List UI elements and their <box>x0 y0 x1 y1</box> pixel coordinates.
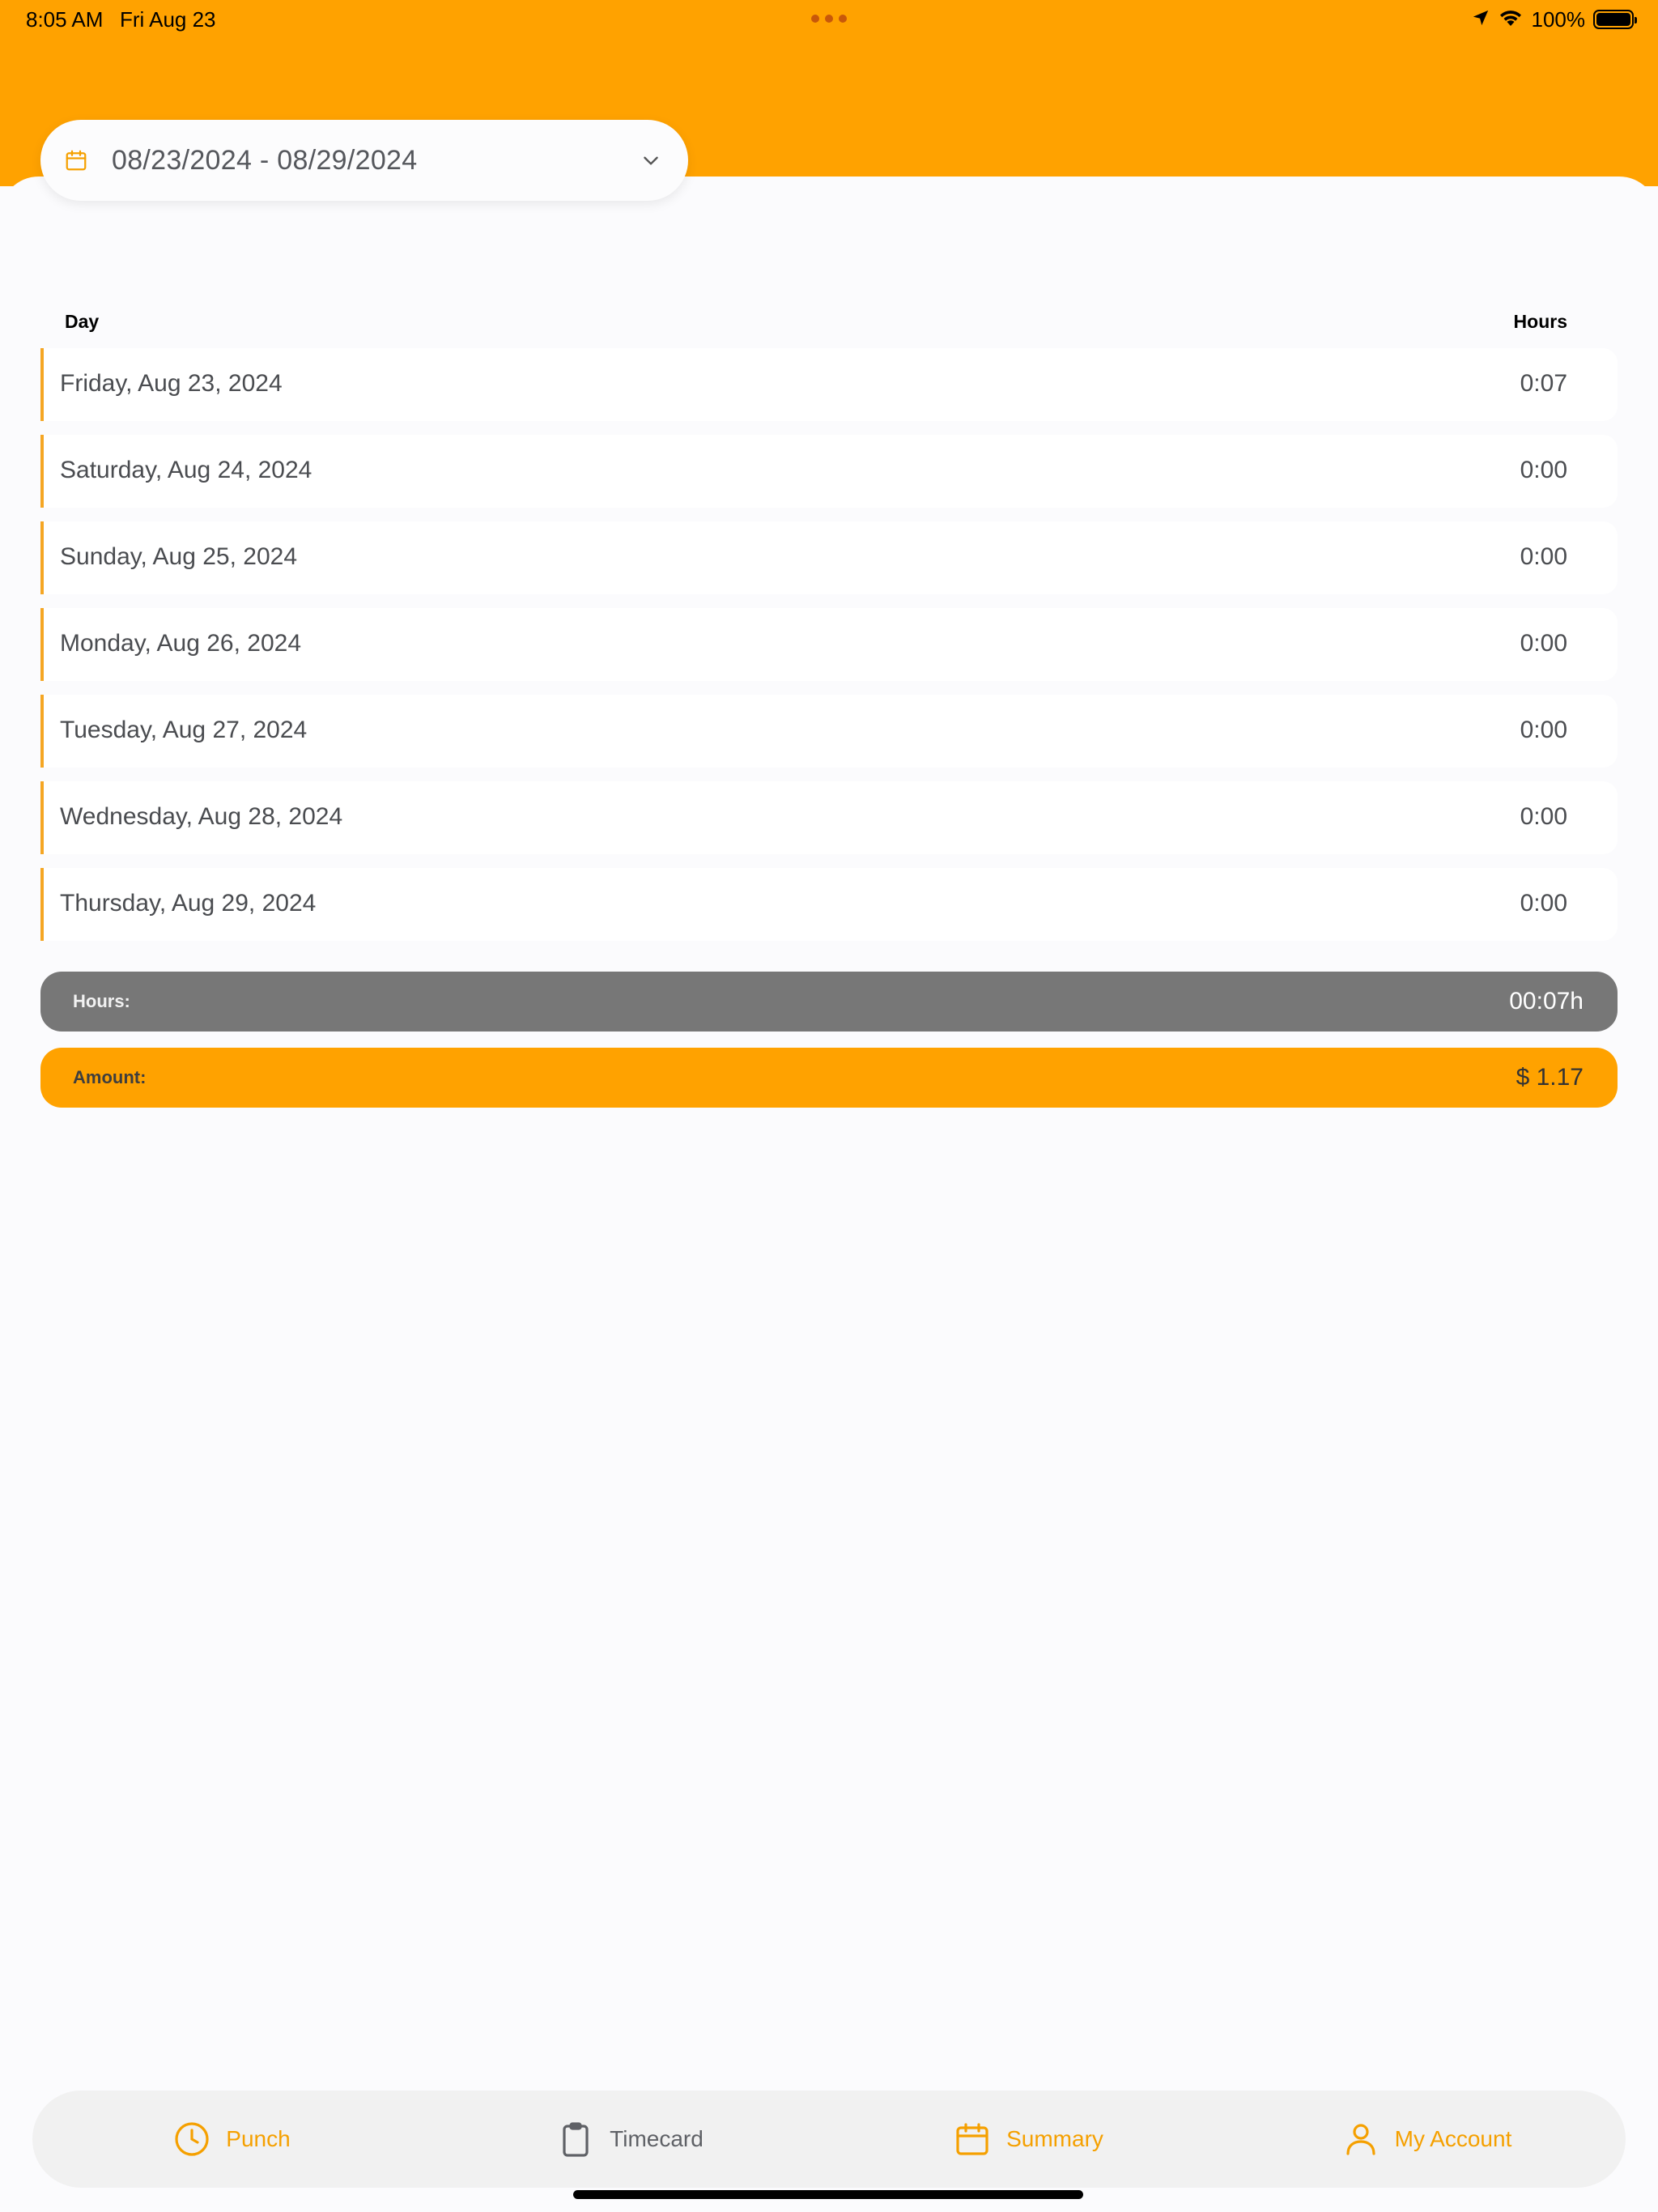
tab-label: My Account <box>1394 2126 1512 2151</box>
column-header-hours: Hours <box>1513 311 1567 332</box>
row-hours: 0:07 <box>1520 370 1567 397</box>
clipboard-icon <box>556 2120 595 2159</box>
status-date: Fri Aug 23 <box>120 7 216 32</box>
row-hours: 0:00 <box>1520 717 1567 743</box>
total-hours-label: Hours: <box>73 991 130 1011</box>
column-header-day: Day <box>65 311 100 332</box>
row-day: Thursday, Aug 29, 2024 <box>60 890 317 917</box>
status-bar: 8:05 AM Fri Aug 23 100% <box>0 0 1658 39</box>
tab-summary[interactable]: Summary <box>829 2091 1227 2188</box>
date-range-picker[interactable]: 08/23/2024 - 08/29/2024 <box>40 120 688 201</box>
status-time: 8:05 AM <box>26 7 104 32</box>
total-hours-value: 00:07h <box>1509 988 1584 1015</box>
table-row[interactable]: Friday, Aug 23, 2024 0:07 <box>40 348 1618 421</box>
day-list: Friday, Aug 23, 2024 0:07 Saturday, Aug … <box>40 348 1618 955</box>
row-hours: 0:00 <box>1520 457 1567 483</box>
wifi-icon <box>1498 8 1524 32</box>
tab-label: Punch <box>226 2126 291 2151</box>
clock-icon <box>172 2120 211 2159</box>
tab-timecard[interactable]: Timecard <box>431 2091 829 2188</box>
home-indicator[interactable] <box>573 2190 1083 2199</box>
location-arrow-icon <box>1472 9 1490 31</box>
tab-label: Timecard <box>610 2126 704 2151</box>
bottom-tab-bar: Punch Timecard Summary My Account <box>32 2091 1626 2188</box>
row-hours: 0:00 <box>1520 630 1567 657</box>
tab-label: Summary <box>1006 2126 1103 2151</box>
row-hours: 0:00 <box>1520 543 1567 570</box>
table-row[interactable]: Wednesday, Aug 28, 2024 0:00 <box>40 781 1618 854</box>
row-day: Tuesday, Aug 27, 2024 <box>60 717 308 743</box>
row-hours: 0:00 <box>1520 803 1567 830</box>
row-day: Wednesday, Aug 28, 2024 <box>60 803 343 830</box>
battery-icon <box>1593 10 1637 29</box>
total-amount-bar: Amount: $ 1.17 <box>40 1048 1618 1108</box>
table-row[interactable]: Thursday, Aug 29, 2024 0:00 <box>40 868 1618 941</box>
tab-my-account[interactable]: My Account <box>1227 2091 1626 2188</box>
summary-screen: 8:05 AM Fri Aug 23 100% 08/23/2024 - 08/… <box>0 0 1658 2212</box>
row-day: Saturday, Aug 24, 2024 <box>60 457 312 483</box>
status-indicators: 100% <box>1472 6 1637 32</box>
row-day: Monday, Aug 26, 2024 <box>60 630 302 657</box>
calendar-icon <box>953 2120 992 2159</box>
row-hours: 0:00 <box>1520 890 1567 917</box>
total-hours-bar: Hours: 00:07h <box>40 972 1618 1032</box>
multitasking-dots-icon[interactable] <box>811 15 847 24</box>
tab-punch[interactable]: Punch <box>32 2091 431 2188</box>
date-range-label: 08/23/2024 - 08/29/2024 <box>112 144 418 176</box>
user-icon <box>1341 2120 1380 2159</box>
total-amount-label: Amount: <box>73 1067 147 1087</box>
calendar-icon <box>60 144 92 177</box>
row-day: Sunday, Aug 25, 2024 <box>60 543 298 570</box>
total-amount-value: $ 1.17 <box>1516 1064 1584 1091</box>
row-day: Friday, Aug 23, 2024 <box>60 370 283 397</box>
table-header: Day Hours <box>40 308 1618 340</box>
battery-percentage: 100% <box>1531 6 1586 32</box>
table-row[interactable]: Saturday, Aug 24, 2024 0:00 <box>40 435 1618 508</box>
table-row[interactable]: Sunday, Aug 25, 2024 0:00 <box>40 521 1618 594</box>
chevron-down-icon[interactable] <box>635 144 667 177</box>
table-row[interactable]: Monday, Aug 26, 2024 0:00 <box>40 608 1618 681</box>
table-row[interactable]: Tuesday, Aug 27, 2024 0:00 <box>40 695 1618 768</box>
